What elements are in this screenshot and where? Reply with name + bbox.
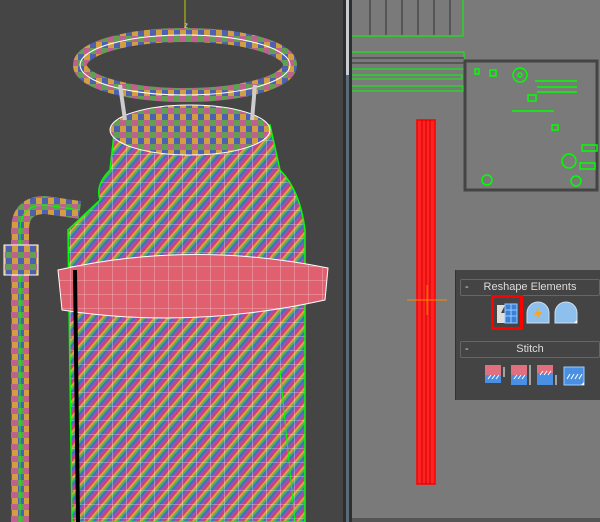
relax-button[interactable] <box>526 301 550 325</box>
unwrap-tools-panel: - Reshape Elements - Stitch <box>455 270 600 400</box>
uv-editor-canvas[interactable] <box>352 0 600 518</box>
rollout-reshape-elements[interactable]: - Reshape Elements <box>460 279 600 296</box>
relax-settings-button[interactable] <box>554 301 578 325</box>
stitch-custom-icon <box>563 366 585 386</box>
selected-button-highlight <box>491 295 523 330</box>
stitch-to-average-icon <box>511 365 531 385</box>
rollout-stitch[interactable]: - Stitch <box>460 341 600 358</box>
stitch-to-source-icon <box>537 365 557 385</box>
relax-icon <box>526 301 550 324</box>
stitch-custom-button[interactable] <box>562 363 586 387</box>
stitch-to-source-button[interactable] <box>534 363 558 387</box>
rollout-title: Reshape Elements <box>483 281 577 293</box>
collapse-toggle[interactable]: - <box>465 342 469 357</box>
viewport-splitter[interactable] <box>343 0 352 522</box>
stitch-to-target-button[interactable] <box>482 363 506 387</box>
stitch-to-target-icon <box>485 365 505 383</box>
fire-extinguisher-model: z <box>3 0 329 522</box>
uv-layout <box>352 0 599 485</box>
uv-editor-status-strip <box>352 518 600 522</box>
rollout-title: Stitch <box>516 343 544 355</box>
perspective-viewport[interactable]: z <box>0 0 343 522</box>
collapse-toggle[interactable]: - <box>465 280 469 295</box>
splitter-highlight <box>346 0 349 75</box>
relax-settings-icon <box>554 301 578 324</box>
splitter-track <box>346 0 349 522</box>
stitch-to-average-button[interactable] <box>508 363 532 387</box>
selected-uv-shell[interactable] <box>416 119 436 485</box>
